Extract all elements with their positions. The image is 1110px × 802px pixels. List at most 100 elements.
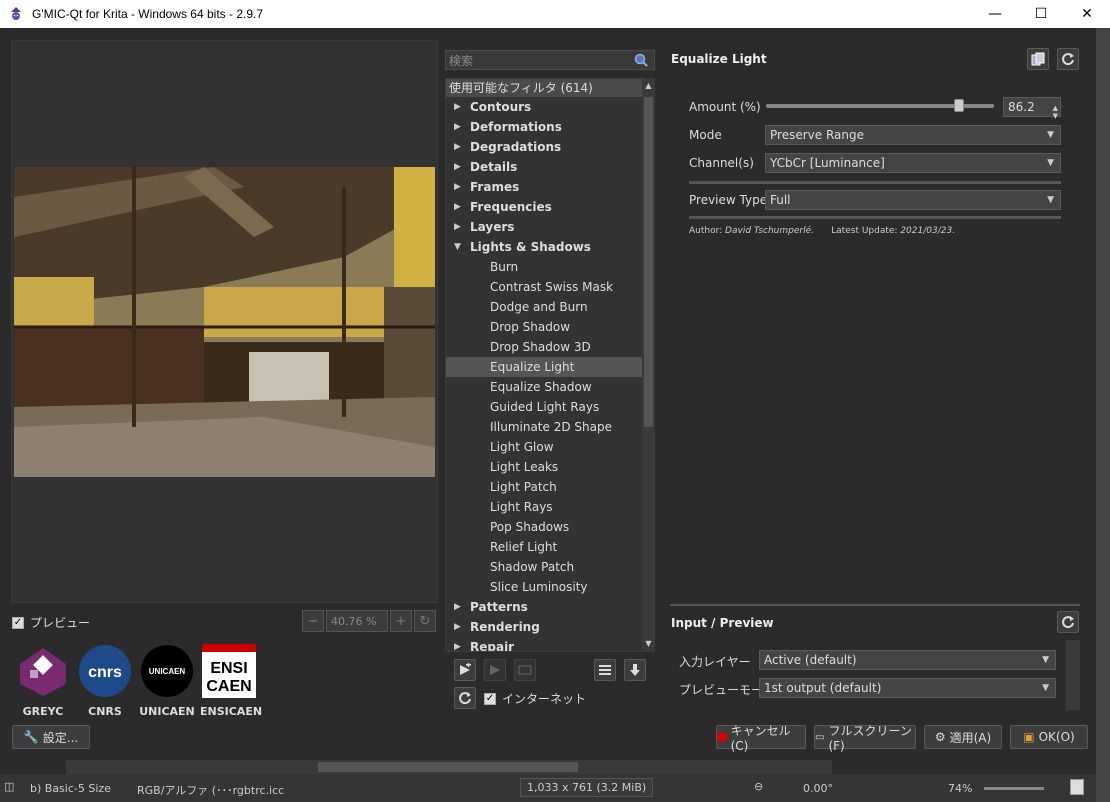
- preview-type-label: Preview Type: [689, 193, 768, 207]
- filter-item[interactable]: Drop Shadow 3D: [446, 337, 642, 357]
- rename-favorite-button[interactable]: [514, 659, 536, 681]
- preview-mode-select[interactable]: 1st output (default) ▼: [759, 678, 1056, 698]
- filter-tree[interactable]: 使用可能なフィルタ (614) ▶ Contours ▶ Deformations ▶ D…: [445, 78, 655, 652]
- filter-tree-scrollbar[interactable]: ▲ ▼: [642, 79, 654, 651]
- filter-item[interactable]: Equalize Shadow: [446, 377, 642, 397]
- zoom-in-button[interactable]: +: [390, 610, 412, 632]
- settings-button[interactable]: 🔧 設定...: [12, 725, 90, 749]
- amount-spinbox[interactable]: 86.2 ▲ ▼: [1003, 97, 1061, 120]
- canvas-only-icon[interactable]: [1070, 779, 1084, 795]
- update-filters-button[interactable]: [624, 659, 646, 681]
- mode-select[interactable]: Preserve Range ▼: [765, 125, 1061, 145]
- ensicaen-logo-text-1: ENSI: [210, 660, 247, 677]
- panel-splitter[interactable]: [670, 604, 1080, 606]
- channels-select[interactable]: YCbCr [Luminance] ▼: [765, 153, 1061, 173]
- filter-item[interactable]: Burn: [446, 257, 642, 277]
- gmic-app-icon: [11, 7, 21, 20]
- minimize-button[interactable]: —: [972, 0, 1018, 28]
- filter-item[interactable]: Light Rays: [446, 497, 642, 517]
- add-favorite-button[interactable]: [454, 659, 476, 681]
- filter-item[interactable]: Illuminate 2D Shape: [446, 417, 642, 437]
- spin-down-icon[interactable]: ▼: [1053, 107, 1058, 125]
- scroll-up-icon[interactable]: ▲: [642, 79, 654, 93]
- filter-item[interactable]: Dodge and Burn: [446, 297, 642, 317]
- internet-check-box[interactable]: ✓: [484, 692, 496, 705]
- remove-favorite-button[interactable]: [484, 659, 506, 681]
- scrollbar-thumb[interactable]: [644, 97, 653, 427]
- fullscreen-icon: ▭: [815, 731, 825, 743]
- zoom-value-field[interactable]: 40.76 %: [326, 610, 388, 632]
- filter-item[interactable]: Light Patch: [446, 477, 642, 497]
- fullscreen-button[interactable]: ▭ フルスクリーン(F): [814, 724, 916, 753]
- collapsed-arrow-icon[interactable]: ▶: [454, 597, 461, 617]
- filter-category[interactable]: ▶ Deformations: [446, 117, 642, 137]
- ensicaen-logo[interactable]: ENSI CAEN ENSICAEN: [200, 644, 263, 718]
- filter-category[interactable]: ▶ Layers: [446, 217, 642, 237]
- copy-command-button[interactable]: [1027, 48, 1049, 70]
- collapsed-arrow-icon[interactable]: ▶: [454, 217, 461, 237]
- preview-type-select[interactable]: Full ▼: [765, 190, 1061, 210]
- canvas-horizontal-scrollbar[interactable]: [66, 760, 832, 774]
- filter-category[interactable]: ▶ Rendering: [446, 617, 642, 637]
- filter-category[interactable]: ▶ Patterns: [446, 597, 642, 617]
- filter-category[interactable]: ▶ Repair: [446, 637, 642, 652]
- collapsed-arrow-icon[interactable]: ▶: [454, 117, 461, 137]
- collapsed-arrow-icon[interactable]: ▶: [454, 177, 461, 197]
- filter-category[interactable]: ▶ Details: [446, 157, 642, 177]
- scroll-down-icon[interactable]: ▼: [642, 637, 654, 651]
- zoom-slider[interactable]: [984, 787, 1044, 790]
- filter-item[interactable]: Equalize Light: [446, 357, 642, 377]
- expanded-arrow-icon[interactable]: ▼: [454, 237, 461, 257]
- filter-category[interactable]: ▶ Frames: [446, 177, 642, 197]
- scrollbar-thumb[interactable]: [318, 762, 578, 772]
- collapsed-arrow-icon[interactable]: ▶: [454, 197, 461, 217]
- filter-category[interactable]: ▶ Frequencies: [446, 197, 642, 217]
- collapsed-arrow-icon[interactable]: ▶: [454, 637, 461, 651]
- filter-item[interactable]: Light Glow: [446, 437, 642, 457]
- filter-category[interactable]: ▼ Lights & Shadows: [446, 237, 642, 257]
- ok-button[interactable]: ▣ OK(O): [1010, 725, 1088, 749]
- amount-slider-knob[interactable]: [954, 99, 964, 112]
- filter-item[interactable]: Shadow Patch: [446, 557, 642, 577]
- input-preview-scrollbar[interactable]: [1066, 640, 1080, 710]
- internet-checkbox-label: インターネット: [502, 692, 587, 706]
- visibility-list-button[interactable]: [594, 659, 616, 681]
- preview-check-box[interactable]: ✓: [12, 616, 24, 629]
- preview-checkbox[interactable]: ✓ プレビュー: [12, 614, 90, 631]
- filter-item[interactable]: Slice Luminosity: [446, 577, 642, 597]
- filter-search-input[interactable]: 検索: [445, 50, 655, 70]
- greyc-logo[interactable]: GREYC: [14, 644, 72, 718]
- input-preview-reset-button[interactable]: [1057, 611, 1079, 633]
- cnrs-logo-image: cnrs: [79, 645, 131, 697]
- close-button[interactable]: ✕: [1064, 0, 1110, 28]
- amount-slider[interactable]: [766, 99, 994, 112]
- filter-item[interactable]: Relief Light: [446, 537, 642, 557]
- input-layer-select[interactable]: Active (default) ▼: [759, 650, 1056, 670]
- filter-tree-header[interactable]: 使用可能なフィルタ (614): [446, 79, 642, 97]
- internet-checkbox[interactable]: ✓ インターネット: [484, 690, 586, 707]
- cancel-button[interactable]: キャンセル(C): [716, 724, 806, 753]
- unicaen-logo[interactable]: UNICAEN UNICAEN: [138, 644, 196, 718]
- collapsed-arrow-icon[interactable]: ▶: [454, 617, 461, 637]
- filter-item[interactable]: Guided Light Rays: [446, 397, 642, 417]
- zoom-out-button[interactable]: −: [302, 610, 324, 632]
- filter-item[interactable]: Light Leaks: [446, 457, 642, 477]
- preview-checkbox-label: プレビュー: [30, 616, 91, 630]
- refresh-filters-button[interactable]: [454, 687, 476, 709]
- filter-item[interactable]: Contrast Swiss Mask: [446, 277, 642, 297]
- filter-category[interactable]: ▶ Contours: [446, 97, 642, 117]
- preview-image[interactable]: [14, 167, 435, 477]
- filter-item[interactable]: Drop Shadow: [446, 317, 642, 337]
- maximize-button[interactable]: ☐: [1018, 0, 1064, 28]
- filter-category[interactable]: ▶ Degradations: [446, 137, 642, 157]
- collapsed-arrow-icon[interactable]: ▶: [454, 137, 461, 157]
- reset-parameters-button[interactable]: [1057, 48, 1079, 70]
- apply-button[interactable]: ⚙ 適用(A): [924, 725, 1002, 749]
- filter-item[interactable]: Pop Shadows: [446, 517, 642, 537]
- ensicaen-label: ENSICAEN: [200, 705, 263, 718]
- filter-label: Repair: [470, 640, 515, 652]
- zoom-reset-button[interactable]: ↻: [414, 610, 436, 632]
- collapsed-arrow-icon[interactable]: ▶: [454, 157, 461, 177]
- collapsed-arrow-icon[interactable]: ▶: [454, 97, 461, 117]
- cnrs-logo[interactable]: cnrs CNRS: [76, 644, 134, 718]
